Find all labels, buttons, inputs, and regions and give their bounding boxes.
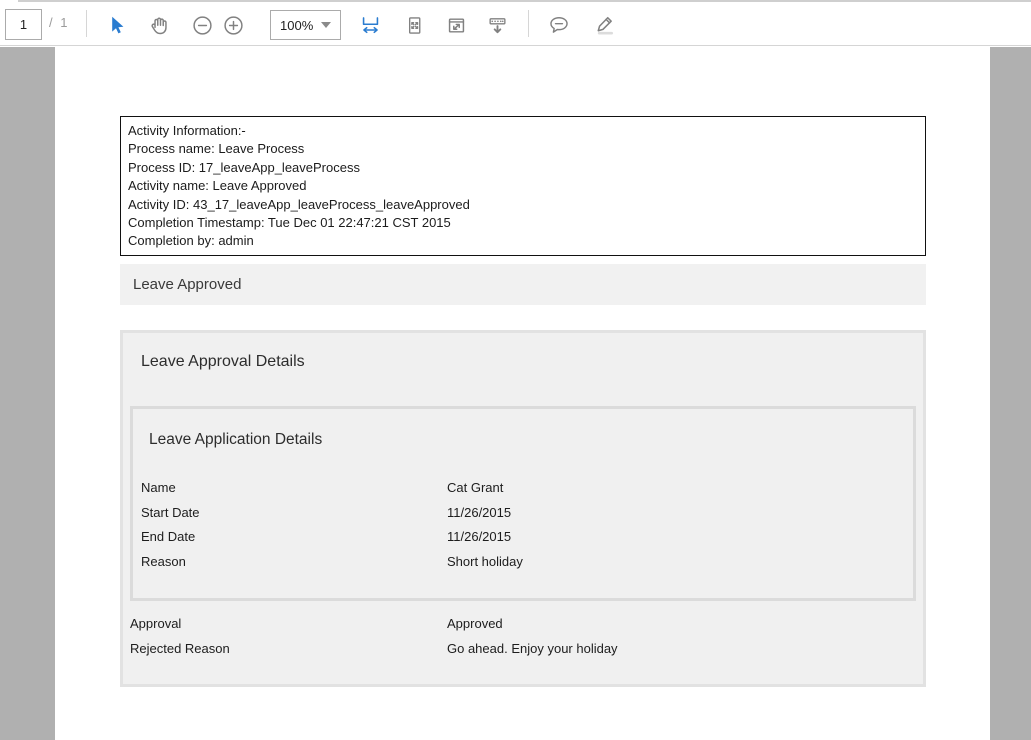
pdf-toolbar: / 1 100% bbox=[0, 0, 1031, 46]
detail-label: Approval bbox=[130, 616, 447, 631]
approval-detail-rows: Approval Approved Rejected Reason Go ahe… bbox=[130, 611, 915, 660]
activity-info-line: Activity ID: 43_17_leaveApp_leaveProcess… bbox=[128, 196, 918, 214]
zoom-out-icon bbox=[192, 15, 213, 36]
comments-button[interactable] bbox=[543, 9, 575, 41]
toolbar-separator bbox=[528, 10, 529, 37]
select-tool-button[interactable] bbox=[100, 9, 132, 41]
toolbar-separator bbox=[86, 10, 87, 37]
fullscreen-button[interactable] bbox=[440, 9, 472, 41]
zoom-level-value: 100% bbox=[271, 18, 321, 33]
panel-title: Leave Application Details bbox=[149, 431, 322, 449]
detail-label: Rejected Reason bbox=[130, 641, 447, 656]
detail-row: Name Cat Grant bbox=[141, 475, 905, 500]
comment-bubble-icon bbox=[548, 14, 570, 36]
chevron-down-icon bbox=[321, 22, 331, 28]
expand-window-icon bbox=[446, 15, 467, 36]
detail-value: Approved bbox=[447, 616, 915, 631]
detail-value: Go ahead. Enjoy your holiday bbox=[447, 641, 915, 656]
document-page: Activity Information:- Process name: Lea… bbox=[55, 47, 990, 740]
detail-value: Cat Grant bbox=[447, 480, 905, 495]
fit-page-icon bbox=[404, 15, 425, 36]
detail-value: 11/26/2015 bbox=[447, 505, 905, 520]
detail-row: End Date 11/26/2015 bbox=[141, 524, 905, 549]
pan-tool-button[interactable] bbox=[142, 9, 174, 41]
activity-info-line: Completion Timestamp: Tue Dec 01 22:47:2… bbox=[128, 214, 918, 232]
fit-width-button[interactable] bbox=[354, 9, 386, 41]
activity-info-line: Process ID: 17_leaveApp_leaveProcess bbox=[128, 159, 918, 177]
detail-label: End Date bbox=[141, 529, 447, 544]
cursor-arrow-icon bbox=[106, 15, 126, 35]
fit-page-button[interactable] bbox=[398, 9, 430, 41]
dock-toolbar-icon bbox=[487, 15, 508, 36]
zoom-in-button[interactable] bbox=[217, 9, 249, 41]
highlight-button[interactable] bbox=[588, 9, 620, 41]
activity-info-line: Process name: Leave Process bbox=[128, 140, 918, 158]
hand-icon bbox=[148, 15, 169, 36]
leave-application-details-panel: Leave Application Details Name Cat Grant… bbox=[130, 406, 916, 601]
detail-value: Short holiday bbox=[447, 554, 905, 569]
section-header-leave-approved: Leave Approved bbox=[120, 264, 926, 305]
chrome-top-edge bbox=[18, 0, 1031, 2]
detail-label: Name bbox=[141, 480, 447, 495]
detail-row: Start Date 11/26/2015 bbox=[141, 500, 905, 525]
detail-label: Start Date bbox=[141, 505, 447, 520]
detail-row: Reason Short holiday bbox=[141, 549, 905, 574]
zoom-level-dropdown[interactable]: 100% bbox=[270, 10, 341, 40]
activity-info-box: Activity Information:- Process name: Lea… bbox=[120, 116, 926, 256]
zoom-in-icon bbox=[223, 15, 244, 36]
detail-label: Reason bbox=[141, 554, 447, 569]
pdf-viewer-area: Activity Information:- Process name: Lea… bbox=[0, 47, 1031, 740]
panel-title: Leave Approval Details bbox=[141, 353, 305, 371]
application-detail-rows: Name Cat Grant Start Date 11/26/2015 End… bbox=[141, 475, 905, 574]
fit-width-icon bbox=[360, 15, 381, 36]
activity-info-line: Activity Information:- bbox=[128, 122, 918, 140]
activity-info-line: Completion by: admin bbox=[128, 232, 918, 250]
page-number-input[interactable] bbox=[5, 9, 42, 40]
detail-row: Approval Approved bbox=[130, 611, 915, 636]
zoom-out-button[interactable] bbox=[186, 9, 218, 41]
detail-row: Rejected Reason Go ahead. Enjoy your hol… bbox=[130, 636, 915, 661]
page-count-label: / 1 bbox=[49, 0, 69, 46]
dock-toolbar-button[interactable] bbox=[481, 9, 513, 41]
activity-info-line: Activity name: Leave Approved bbox=[128, 177, 918, 195]
highlighter-icon bbox=[593, 14, 615, 36]
detail-value: 11/26/2015 bbox=[447, 529, 905, 544]
section-header-text: Leave Approved bbox=[120, 276, 241, 293]
leave-approval-details-panel: Leave Approval Details Leave Application… bbox=[120, 330, 926, 687]
